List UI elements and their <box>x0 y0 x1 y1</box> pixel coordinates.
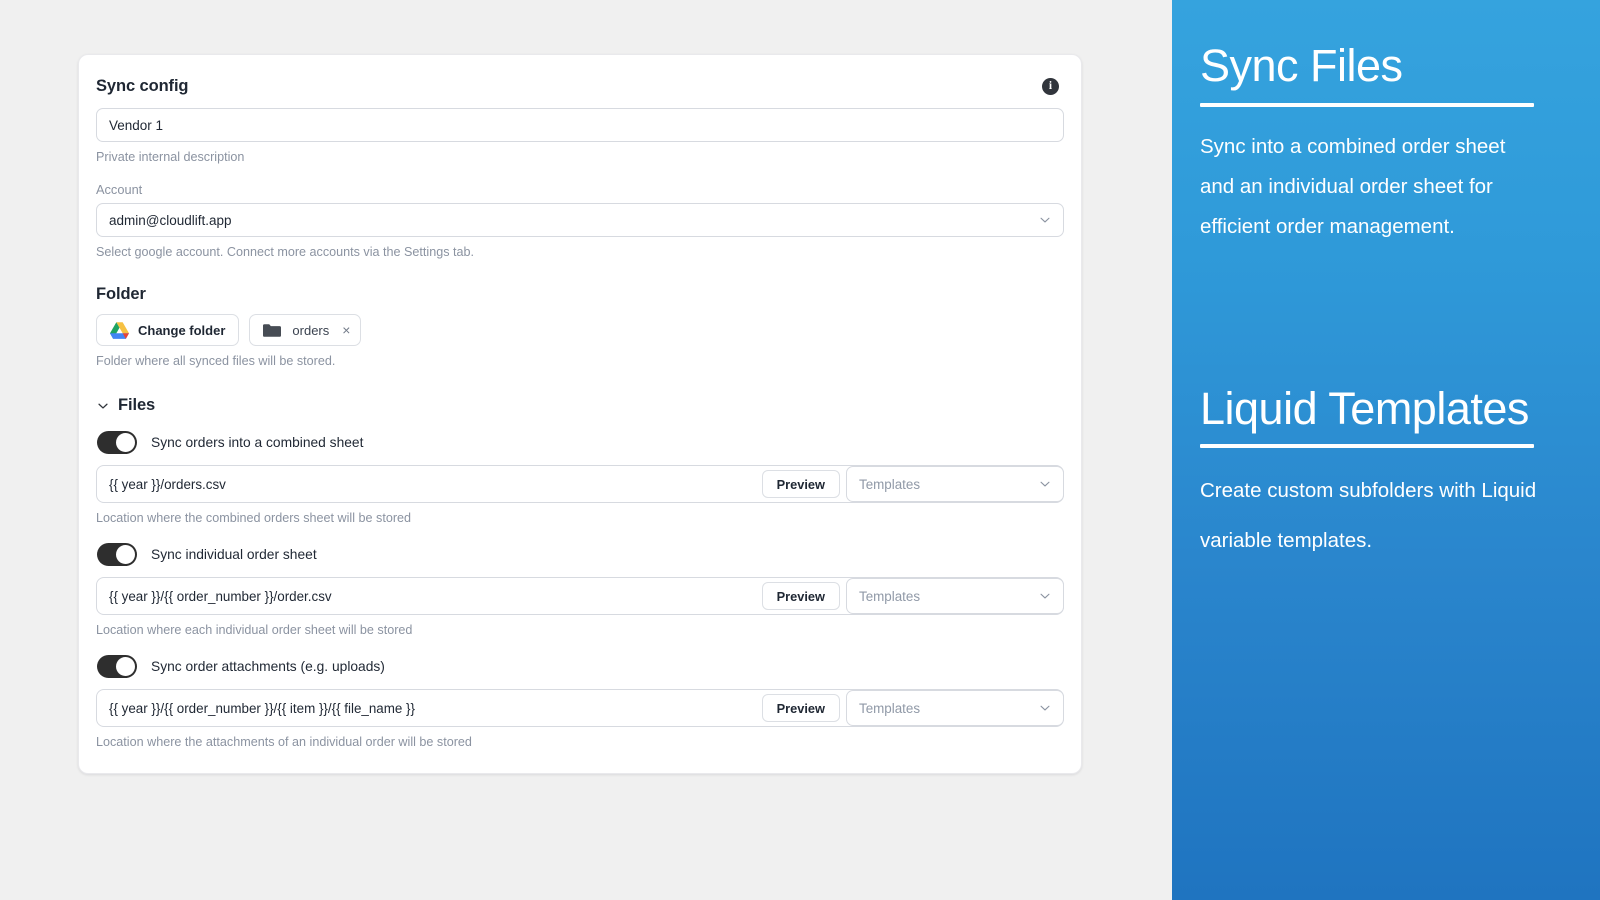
chevron-down-icon <box>1040 217 1050 223</box>
combined-sheet-preview-button[interactable]: Preview <box>761 470 840 498</box>
files-section-title: Files <box>118 396 156 414</box>
attachments-path-value: {{ year }}/{{ order_number }}/{{ item }}… <box>109 700 415 716</box>
marketing-side-panel: Sync Files Sync into a combined order sh… <box>1172 0 1600 900</box>
sync-combined-sheet-label: Sync orders into a combined sheet <box>151 435 364 450</box>
panel-title-liquid-templates: Liquid Templates <box>1200 383 1529 435</box>
sync-individual-sheet-label: Sync individual order sheet <box>151 547 317 562</box>
sync-combined-sheet-toggle[interactable] <box>97 431 137 454</box>
sync-combined-sheet-toggle-row: Sync orders into a combined sheet <box>96 431 1064 454</box>
attachments-path-row: {{ year }}/{{ order_number }}/{{ item }}… <box>96 689 1064 727</box>
chevron-down-icon <box>1040 481 1050 487</box>
individual-sheet-path-value: {{ year }}/{{ order_number }}/order.csv <box>109 588 332 604</box>
account-selected-value: admin@cloudlift.app <box>109 212 232 228</box>
combined-sheet-templates-select[interactable]: Templates <box>846 466 1064 502</box>
attachments-preview-button[interactable]: Preview <box>761 694 840 722</box>
toggle-knob <box>116 657 135 676</box>
selected-folder-chip[interactable]: orders × <box>249 314 362 346</box>
config-name-helper: Private internal description <box>96 150 245 164</box>
preview-label: Preview <box>776 588 825 604</box>
sync-attachments-toggle-row: Sync order attachments (e.g. uploads) <box>96 655 1064 678</box>
individual-sheet-preview-button[interactable]: Preview <box>761 582 840 610</box>
sync-attachments-toggle[interactable] <box>97 655 137 678</box>
panel-title-sync-files: Sync Files <box>1200 40 1403 91</box>
main-content-area: Sync config i Vendor 1 Private internal … <box>0 0 1172 900</box>
sync-attachments-label: Sync order attachments (e.g. uploads) <box>151 659 385 674</box>
change-folder-label: Change folder <box>138 322 226 338</box>
panel-block-sync-files: Sync Files Sync into a combined order sh… <box>1200 42 1562 247</box>
account-helper: Select google account. Connect more acco… <box>96 245 475 259</box>
toggle-knob <box>116 433 135 452</box>
preview-label: Preview <box>776 700 825 716</box>
change-folder-button[interactable]: Change folder <box>96 314 240 346</box>
panel-body-sync-files: Sync into a combined order sheet and an … <box>1200 135 1506 239</box>
card-header: Sync config i <box>96 73 1064 108</box>
account-select[interactable]: admin@cloudlift.app <box>96 203 1064 237</box>
combined-sheet-helper: Location where the combined orders sheet… <box>96 511 412 525</box>
attachments-path-input[interactable]: {{ year }}/{{ order_number }}/{{ item }}… <box>97 690 762 726</box>
files-section-toggle[interactable]: Files <box>96 396 1064 415</box>
app-screen: Sync config i Vendor 1 Private internal … <box>0 0 1600 900</box>
account-label: Account <box>96 182 143 197</box>
combined-sheet-path-value: {{ year }}/orders.csv <box>109 476 226 492</box>
templates-placeholder: Templates <box>859 700 921 716</box>
individual-sheet-helper: Location where each individual order she… <box>96 623 413 637</box>
chevron-down-icon <box>1040 593 1050 599</box>
individual-sheet-path-row: {{ year }}/{{ order_number }}/order.csv … <box>96 577 1064 615</box>
chevron-down-icon <box>1040 705 1050 711</box>
selected-folder-label: orders <box>292 322 330 338</box>
divider <box>1200 103 1534 108</box>
templates-placeholder: Templates <box>859 476 921 492</box>
folder-section-title: Folder <box>96 285 146 303</box>
google-drive-icon <box>110 321 129 339</box>
sync-config-card: Sync config i Vendor 1 Private internal … <box>78 54 1082 774</box>
combined-sheet-path-input[interactable]: {{ year }}/orders.csv <box>97 466 762 502</box>
folder-icon <box>263 323 282 337</box>
combined-sheet-path-row: {{ year }}/orders.csv Preview Templates <box>96 465 1064 503</box>
folder-helper: Folder where all synced files will be st… <box>96 354 336 368</box>
individual-sheet-path-input[interactable]: {{ year }}/{{ order_number }}/order.csv <box>97 578 762 614</box>
info-circle-icon[interactable]: i <box>1042 78 1059 95</box>
panel-block-liquid-templates: Liquid Templates Create custom subfolder… <box>1200 385 1562 565</box>
config-name-input[interactable]: Vendor 1 <box>96 108 1064 142</box>
page-title: Sync config <box>96 77 189 95</box>
config-name-value: Vendor 1 <box>109 117 164 133</box>
sync-individual-sheet-toggle-row: Sync individual order sheet <box>96 543 1064 566</box>
divider <box>1200 444 1534 449</box>
preview-label: Preview <box>776 476 825 492</box>
close-icon[interactable]: × <box>340 323 350 337</box>
individual-sheet-templates-select[interactable]: Templates <box>846 578 1064 614</box>
templates-placeholder: Templates <box>859 588 921 604</box>
attachments-helper: Location where the attachments of an ind… <box>96 735 472 749</box>
attachments-templates-select[interactable]: Templates <box>846 690 1064 726</box>
folder-chip-row: Change folder orders × <box>96 314 1064 346</box>
toggle-knob <box>116 545 135 564</box>
sync-individual-sheet-toggle[interactable] <box>97 543 137 566</box>
panel-body-liquid-templates: Create custom subfolders with Liquid var… <box>1200 479 1537 552</box>
chevron-down-icon <box>98 403 108 409</box>
